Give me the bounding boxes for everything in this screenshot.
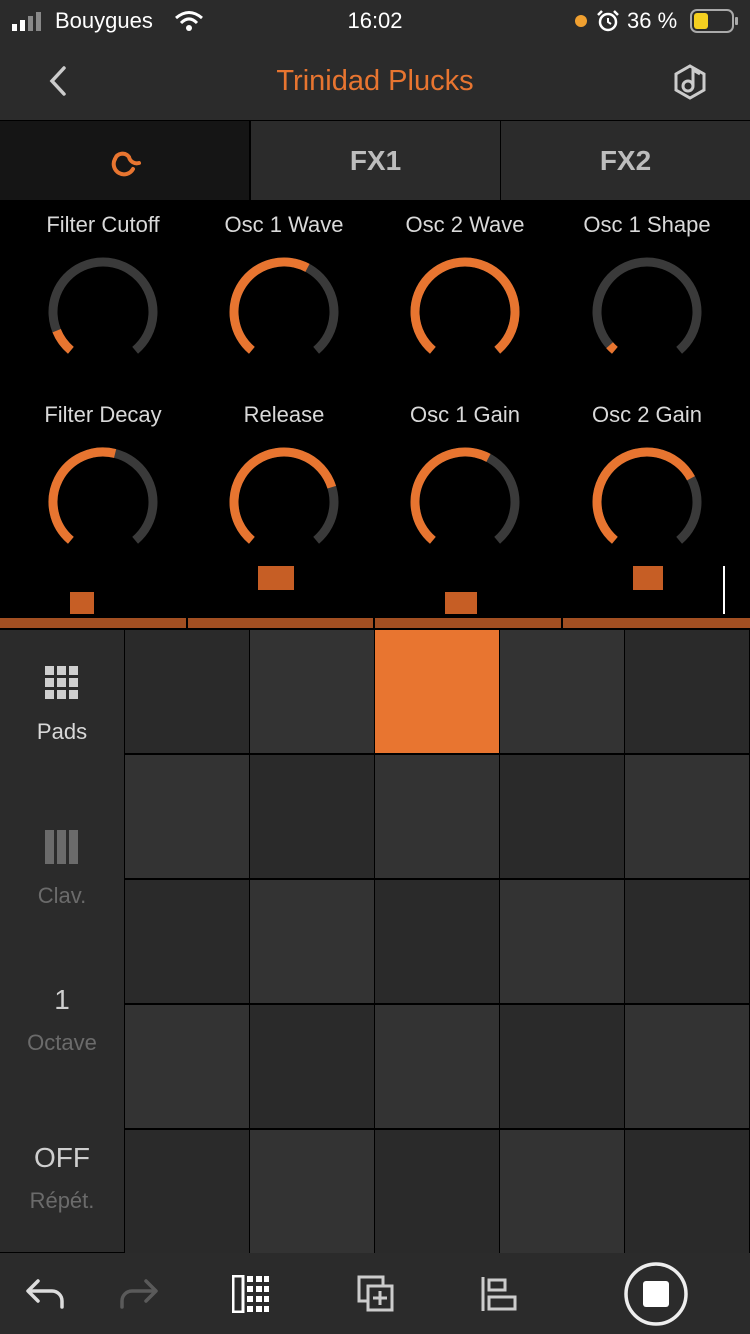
repeat-control[interactable]: OFF Répét. [0,1142,124,1214]
knob-value-arc [410,257,520,354]
knob-value-arc [592,447,695,544]
wave-icon [111,151,141,177]
octave-control[interactable]: 1 Octave [0,984,124,1056]
pad[interactable] [375,1005,499,1128]
pad[interactable] [125,630,249,753]
pad[interactable] [375,1130,499,1253]
knob-release[interactable] [224,442,344,562]
knob-value-arc [48,447,117,544]
pad[interactable] [375,755,499,878]
pad[interactable] [500,880,624,1003]
pad[interactable] [250,1130,374,1253]
pad[interactable] [500,1005,624,1128]
pad[interactable] [625,630,749,753]
knob-value-arc [410,447,491,544]
pad[interactable] [250,755,374,878]
repeat-value: OFF [34,1142,90,1173]
pad[interactable] [625,755,749,878]
knob-label-osc2-wave: Osc 2 Wave [405,212,525,237]
pads-view-icon[interactable] [232,1275,270,1313]
knob-label-filter-cutoff: Filter Cutoff [46,212,160,237]
battery-icon [690,9,738,33]
knob-track [48,257,158,354]
grid-icon [45,666,78,699]
track-strip-4 [563,618,750,628]
bottom-toolbar [0,1253,750,1334]
keyboard-icon [45,830,78,864]
pads-mode-label: Pads [36,719,88,744]
pads-mode-button[interactable]: Pads [0,666,124,745]
knob-label-osc1-gain: Osc 1 Gain [409,402,521,427]
mixer-icon[interactable] [480,1275,518,1313]
knob-filter-decay[interactable] [43,442,163,562]
knob-track [592,257,702,354]
pad[interactable] [125,1130,249,1253]
pad[interactable] [250,1005,374,1128]
knob-value-arc [229,257,310,354]
level-meter-3 [445,592,477,614]
pad-grid [125,630,750,1253]
knob-value-arc [52,328,74,354]
pad[interactable] [250,630,374,753]
pad[interactable] [125,880,249,1003]
level-meter-4 [633,566,663,590]
undo-icon[interactable] [24,1277,68,1311]
knob-osc1-shape[interactable] [587,252,707,372]
page-title: Trinidad Plucks [276,65,474,97]
nav-bar: Trinidad Plucks [0,42,750,120]
track-strip-3 [375,618,561,628]
repeat-label: Répét. [29,1188,95,1213]
recording-dot-icon [575,15,587,27]
knob-filter-cutoff[interactable] [43,252,163,372]
track-strip-2 [188,618,373,628]
tab-fx1[interactable]: FX1 [251,121,500,200]
pad[interactable] [625,1005,749,1128]
browser-icon[interactable] [670,62,710,102]
side-panel: Pads Clav. 1 Octave OFF Répét. [0,630,124,1252]
playhead-marker [723,566,725,614]
battery-percent: 36 % [627,8,678,33]
pad[interactable] [125,1005,249,1128]
device-tabs: FX1 FX2 [0,121,750,200]
redo-icon[interactable] [116,1277,160,1311]
clav-mode-label: Clav. [37,883,87,908]
pad[interactable] [500,1130,624,1253]
knob-label-osc2-gain: Osc 2 Gain [591,402,703,427]
level-meter-2 [258,566,294,590]
octave-label: Octave [27,1030,97,1055]
pad[interactable] [125,755,249,878]
pad[interactable] [500,755,624,878]
knob-osc1-gain[interactable] [405,442,525,562]
stop-icon[interactable] [622,1260,690,1328]
clav-mode-button[interactable]: Clav. [0,830,124,909]
pad[interactable] [250,880,374,1003]
level-meter-1 [70,592,94,614]
pad[interactable] [500,630,624,753]
knob-value-arc [229,447,337,544]
status-bar: Bouygues 16:02 36 % [0,0,750,42]
knob-osc1-wave[interactable] [224,252,344,372]
pad[interactable] [375,880,499,1003]
tab-device[interactable] [0,121,249,200]
knob-label-release: Release [243,402,325,427]
alarm-icon [597,10,619,32]
pad[interactable] [375,630,499,753]
track-strip-1 [0,618,186,628]
pad[interactable] [625,880,749,1003]
tab-fx2[interactable]: FX2 [501,121,750,200]
knob-osc2-gain[interactable] [587,442,707,562]
pad[interactable] [625,1130,749,1253]
knob-label-osc1-wave: Osc 1 Wave [224,212,344,237]
knob-osc2-wave[interactable] [405,252,525,372]
octave-value: 1 [54,984,70,1015]
knob-value-arc [606,342,618,354]
add-clip-icon[interactable] [357,1275,395,1313]
knob-label-filter-decay: Filter Decay [44,402,162,427]
knob-label-osc1-shape: Osc 1 Shape [583,212,711,237]
